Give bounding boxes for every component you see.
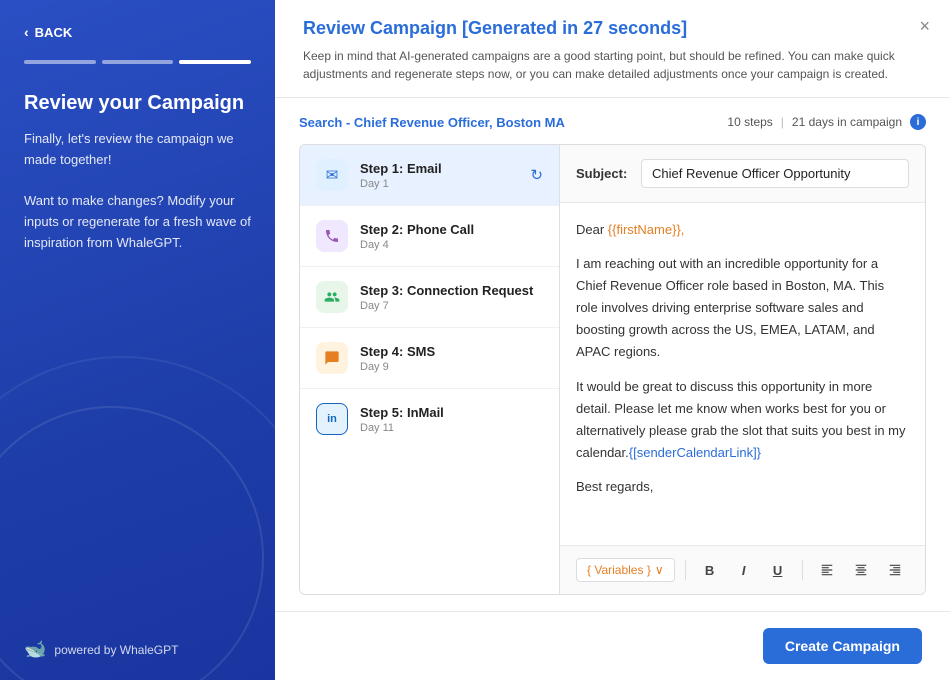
step-2-info: Step 2: Phone Call Day 4 — [360, 222, 543, 251]
days-count: 21 days in campaign — [792, 115, 902, 129]
email-body[interactable]: Dear {{firstName}}, I am reaching out wi… — [560, 203, 925, 545]
email-sign: Best regards, — [576, 476, 909, 498]
bottom-bar: Create Campaign — [275, 611, 950, 680]
meta-right: 10 steps | 21 days in campaign i — [727, 114, 926, 130]
whalegpt-logo-icon: 🐋 — [24, 639, 46, 660]
back-button[interactable]: ‹ BACK — [24, 24, 251, 40]
variables-button[interactable]: { Variables } ∨ — [576, 558, 675, 582]
step-item-4[interactable]: Step 4: SMS Day 9 — [300, 328, 559, 389]
step-4-name: Step 4: SMS — [360, 344, 543, 359]
email-greeting: Dear {{firstName}}, — [576, 219, 909, 241]
subject-label: Subject: — [576, 166, 631, 181]
step-5-info: Step 5: InMail Day 11 — [360, 405, 543, 434]
step-3-day: Day 7 — [360, 300, 543, 312]
step-item-2[interactable]: Step 2: Phone Call Day 4 — [300, 206, 559, 267]
main-header: Review Campaign [Generated in 27 seconds… — [275, 0, 950, 98]
progress-step-2 — [102, 60, 174, 64]
phone-step-icon — [316, 220, 348, 252]
sidebar-description-1: Finally, let's review the campaign we ma… — [24, 129, 251, 254]
campaign-meta-row: Search - Chief Revenue Officer, Boston M… — [299, 114, 926, 130]
progress-step-3 — [179, 60, 251, 64]
step-2-name: Step 2: Phone Call — [360, 222, 543, 237]
email-paragraph-2: It would be great to discuss this opport… — [576, 376, 909, 464]
step-item-5[interactable]: in Step 5: InMail Day 11 — [300, 389, 559, 449]
step-1-name: Step 1: Email — [360, 161, 518, 176]
inmail-step-icon: in — [316, 403, 348, 435]
email-paragraph-1: I am reaching out with an incredible opp… — [576, 253, 909, 363]
powered-by-label: powered by WhaleGPT — [54, 643, 178, 657]
sidebar-title: Review your Campaign — [24, 92, 251, 115]
create-campaign-button[interactable]: Create Campaign — [763, 628, 922, 664]
email-toolbar: { Variables } ∨ B I U — [560, 545, 925, 594]
steps-email-layout: ✉ Step 1: Email Day 1 ↻ Step 2: Phone Ca… — [299, 144, 926, 595]
step-5-day: Day 11 — [360, 422, 543, 434]
underline-button[interactable]: U — [764, 556, 792, 584]
chevron-down-icon: ∨ — [655, 563, 664, 577]
calendar-link-variable: {[senderCalendarLink]} — [629, 445, 761, 460]
info-icon[interactable]: i — [910, 114, 926, 130]
main-title: Review Campaign [Generated in 27 seconds… — [303, 18, 922, 39]
step-item-3[interactable]: Step 3: Connection Request Day 7 — [300, 267, 559, 328]
subject-input[interactable]: Chief Revenue Officer Opportunity — [641, 159, 909, 188]
step-4-day: Day 9 — [360, 361, 543, 373]
refresh-icon[interactable]: ↻ — [530, 166, 543, 184]
close-button[interactable]: × — [919, 16, 930, 37]
firstname-variable: {{firstName}}, — [608, 222, 685, 237]
sms-step-icon — [316, 342, 348, 374]
search-label: Search - Chief Revenue Officer, Boston M… — [299, 115, 565, 130]
step-3-name: Step 3: Connection Request — [360, 283, 543, 298]
step-1-info: Step 1: Email Day 1 — [360, 161, 518, 190]
step-1-day: Day 1 — [360, 178, 518, 190]
steps-list: ✉ Step 1: Email Day 1 ↻ Step 2: Phone Ca… — [300, 145, 560, 594]
align-right-button[interactable] — [881, 556, 909, 584]
progress-step-1 — [24, 60, 96, 64]
sidebar-footer: 🐋 powered by WhaleGPT — [24, 639, 251, 660]
step-3-info: Step 3: Connection Request Day 7 — [360, 283, 543, 312]
meta-divider: | — [781, 115, 784, 129]
bold-button[interactable]: B — [696, 556, 724, 584]
back-arrow-icon: ‹ — [24, 24, 29, 40]
toolbar-separator-2 — [802, 560, 803, 580]
back-label: BACK — [35, 25, 73, 40]
email-step-icon: ✉ — [316, 159, 348, 191]
align-left-button[interactable] — [813, 556, 841, 584]
subject-row: Subject: Chief Revenue Officer Opportuni… — [560, 145, 925, 203]
step-item-1[interactable]: ✉ Step 1: Email Day 1 ↻ — [300, 145, 559, 206]
step-5-name: Step 5: InMail — [360, 405, 543, 420]
campaign-panel: Search - Chief Revenue Officer, Boston M… — [275, 98, 950, 611]
italic-button[interactable]: I — [730, 556, 758, 584]
step-4-info: Step 4: SMS Day 9 — [360, 344, 543, 373]
sidebar: ‹ BACK Review your Campaign Finally, let… — [0, 0, 275, 680]
connect-step-icon — [316, 281, 348, 313]
steps-count: 10 steps — [727, 115, 772, 129]
toolbar-separator-1 — [685, 560, 686, 580]
email-view: Subject: Chief Revenue Officer Opportuni… — [560, 145, 925, 594]
main-subtitle: Keep in mind that AI-generated campaigns… — [303, 47, 903, 83]
step-2-day: Day 4 — [360, 239, 543, 251]
main-content: Review Campaign [Generated in 27 seconds… — [275, 0, 950, 680]
align-center-button[interactable] — [847, 556, 875, 584]
progress-bar — [24, 60, 251, 64]
